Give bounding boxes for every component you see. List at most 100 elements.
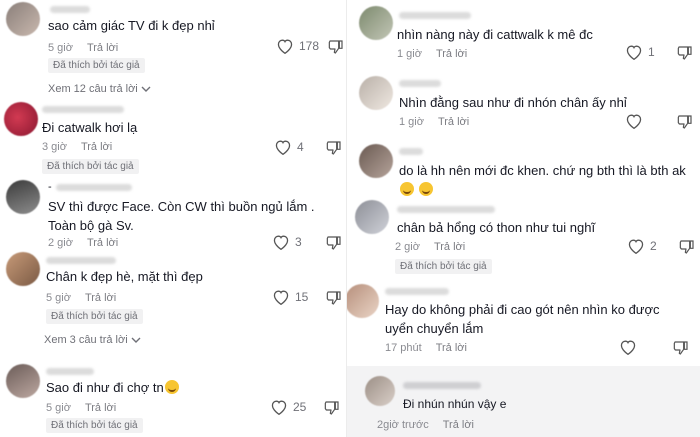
like-count: 2 xyxy=(650,239,657,253)
username[interactable] xyxy=(399,148,423,155)
avatar[interactable] xyxy=(4,102,38,136)
username[interactable] xyxy=(46,368,94,375)
avatar[interactable] xyxy=(355,200,389,234)
thumbs-down-icon xyxy=(324,401,339,415)
dislike-button[interactable] xyxy=(324,400,340,416)
laughing-emoji-icon xyxy=(418,182,433,196)
comment-item: Hay do không phải đi cao gót nên nhìn ko… xyxy=(347,280,700,360)
comment-meta: 2 giờ Trả lời xyxy=(395,241,465,253)
reply-button[interactable]: Trả lời xyxy=(436,48,467,60)
comment-item: Chân k đẹp hè, mặt thì đẹp 5 giờ Trả lời … xyxy=(0,248,350,352)
dislike-button[interactable] xyxy=(677,45,693,61)
like-button[interactable] xyxy=(619,339,637,355)
dislike-button[interactable] xyxy=(677,114,693,130)
chevron-down-icon xyxy=(141,86,151,93)
comment-meta: 2giờ trước Trả lời xyxy=(377,419,474,431)
avatar[interactable] xyxy=(6,2,40,36)
comment-item: Nhìn đằng sau như đi nhón chân ấy nhỉ 1 … xyxy=(347,70,700,136)
comment-meta: 5 giờ Trả lời xyxy=(46,292,116,304)
like-button[interactable]: 178 xyxy=(276,38,319,54)
username[interactable] xyxy=(56,184,132,191)
comment-text: Sao đi như đi chợ tn xyxy=(46,378,179,397)
avatar[interactable] xyxy=(6,180,40,214)
reply-button[interactable]: Trả lời xyxy=(85,402,116,414)
reply-button[interactable]: Trả lời xyxy=(85,292,116,304)
username[interactable] xyxy=(46,257,116,264)
highlighted-reply: Đi nhún nhún vậy e 2giờ trước Trả lời xyxy=(347,366,700,437)
comment-text: sao cảm giác TV đi k đẹp nhỉ xyxy=(48,18,215,33)
like-button[interactable] xyxy=(625,113,643,129)
comment-text: Chân k đẹp hè, mặt thì đẹp xyxy=(46,269,203,284)
comment-text: Đi catwalk hơi lạ xyxy=(42,120,138,135)
reply-button[interactable]: Trả lời xyxy=(436,342,467,354)
like-count: 3 xyxy=(295,235,302,249)
thumbs-down-icon xyxy=(677,115,692,129)
dislike-button[interactable] xyxy=(328,39,344,55)
comment-text-content: Sao đi như đi chợ tn xyxy=(46,380,164,395)
laughing-emoji-icon xyxy=(164,380,179,394)
comment-time: 5 giờ xyxy=(46,402,71,414)
dislike-button[interactable] xyxy=(326,140,342,156)
avatar[interactable] xyxy=(6,364,40,398)
chevron-down-icon xyxy=(131,337,141,344)
like-button[interactable]: 2 xyxy=(627,238,657,254)
heart-outline-icon xyxy=(275,140,291,155)
username[interactable] xyxy=(397,206,495,213)
comment-item: Đi catwalk hơi lạ 3 giờ Trả lời 4 Đã thíc… xyxy=(0,100,350,176)
like-button[interactable]: 15 xyxy=(272,289,308,305)
reply-button[interactable]: Trả lời xyxy=(443,419,474,431)
thumbs-down-icon xyxy=(326,291,341,305)
comment-text-line1: Hay do không phải đi cao gót nên nhìn ko… xyxy=(385,302,660,317)
comment-item: do là hh nên mới đc khen. chứ ng bth thì… xyxy=(347,140,700,198)
thumbs-down-icon xyxy=(673,341,688,355)
heart-outline-icon xyxy=(620,340,636,355)
comment-time: 1 giờ xyxy=(399,116,424,128)
heart-outline-icon xyxy=(277,39,293,54)
comment-text: nhìn nàng này đi cattwalk k mê đc xyxy=(397,27,593,42)
comment-time: 17 phút xyxy=(385,342,422,354)
comment-text: Đi nhún nhún vậy e xyxy=(403,397,507,411)
left-comment-panel: sao cảm giác TV đi k đẹp nhỉ 5 giờ Trả lờ… xyxy=(0,0,350,437)
like-button[interactable]: 25 xyxy=(270,399,306,415)
heart-outline-icon xyxy=(273,290,289,305)
avatar[interactable] xyxy=(347,284,379,318)
comment-text: chân bả hổng có thon như tui nghĩ xyxy=(397,220,596,235)
avatar[interactable] xyxy=(359,76,393,110)
comment-item: - SV thì được Face. Còn CW thì buồn ngủ … xyxy=(0,176,350,250)
heart-outline-icon xyxy=(626,45,642,60)
reply-button[interactable]: Trả lời xyxy=(81,141,112,153)
dislike-button[interactable] xyxy=(679,239,695,255)
comment-item: nhìn nàng này đi cattwalk k mê đc 1 giờ T… xyxy=(347,0,700,64)
comment-item: Sao đi như đi chợ tn 5 giờ Trả lời 25 Đã … xyxy=(0,360,350,437)
thumbs-down-icon xyxy=(326,141,341,155)
username[interactable] xyxy=(42,106,124,113)
reply-button[interactable]: Trả lời xyxy=(87,42,118,54)
comment-meta: 17 phút Trả lời xyxy=(385,342,467,354)
dislike-button[interactable] xyxy=(326,290,342,306)
reply-button[interactable]: Trả lời xyxy=(438,116,469,128)
view-replies-label: Xem 3 câu trả lời xyxy=(44,334,128,346)
like-button[interactable]: 1 xyxy=(625,44,655,60)
like-button[interactable]: 4 xyxy=(274,139,304,155)
avatar[interactable] xyxy=(6,252,40,286)
heart-outline-icon xyxy=(626,114,642,129)
reply-button[interactable]: Trả lời xyxy=(434,241,465,253)
right-comment-panel: nhìn nàng này đi cattwalk k mê đc 1 giờ T… xyxy=(346,0,700,437)
avatar[interactable] xyxy=(359,6,393,40)
username[interactable] xyxy=(399,80,441,87)
heart-outline-icon xyxy=(628,239,644,254)
comment-item: chân bả hổng có thon như tui nghĩ 2 giờ T… xyxy=(347,198,700,276)
username[interactable] xyxy=(399,12,471,19)
view-replies-button[interactable]: Xem 3 câu trả lời xyxy=(44,334,141,346)
username[interactable] xyxy=(50,6,90,13)
view-replies-button[interactable]: Xem 12 câu trả lời xyxy=(48,83,151,95)
avatar[interactable] xyxy=(365,376,395,406)
username[interactable] xyxy=(385,288,449,295)
liked-by-author-badge: Đã thích bởi tác giả xyxy=(46,309,143,324)
avatar[interactable] xyxy=(359,144,393,178)
view-replies-label: Xem 12 câu trả lời xyxy=(48,83,138,95)
heart-outline-icon xyxy=(271,400,287,415)
username[interactable] xyxy=(403,382,481,389)
comment-time: 5 giờ xyxy=(48,42,73,54)
dislike-button[interactable] xyxy=(673,340,689,356)
